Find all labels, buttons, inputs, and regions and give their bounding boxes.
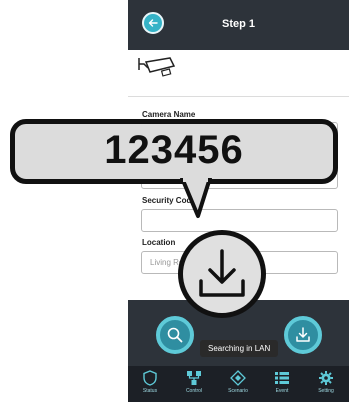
download-icon xyxy=(296,327,310,342)
camera-icon xyxy=(136,54,178,84)
tab-bar: Status Control Scenario Event Setting xyxy=(128,366,349,402)
code-text: 123456 xyxy=(104,128,244,172)
header-bar: Step 1 xyxy=(128,0,349,50)
phone-screen: Step 1 Camera Name Security Code Locatio… xyxy=(128,0,349,402)
tab-event[interactable]: Event xyxy=(260,366,304,402)
tab-label: Setting xyxy=(318,388,334,394)
tab-label: Event xyxy=(275,388,289,394)
magnified-code-callout: 123456 xyxy=(10,119,338,184)
tab-label: Scenario xyxy=(228,388,248,394)
tab-status[interactable]: Status xyxy=(128,366,172,402)
searching-tooltip: Searching in LAN xyxy=(200,340,279,357)
diamond-icon xyxy=(230,370,246,386)
download-button[interactable] xyxy=(284,316,322,354)
gear-icon xyxy=(319,371,333,385)
list-icon xyxy=(275,372,289,384)
tab-scenario[interactable]: Scenario xyxy=(216,366,260,402)
tab-setting[interactable]: Setting xyxy=(304,366,348,402)
page-title: Step 1 xyxy=(221,18,255,30)
download-icon xyxy=(199,249,245,297)
tab-control[interactable]: Control xyxy=(172,366,216,402)
callout-tail xyxy=(180,178,212,218)
tab-label: Status xyxy=(142,388,158,394)
network-icon xyxy=(187,371,201,385)
security-code-field[interactable] xyxy=(141,209,338,232)
divider xyxy=(128,96,349,97)
shield-icon xyxy=(143,370,157,386)
location-label: Location xyxy=(142,238,176,247)
tab-label: Control xyxy=(185,388,203,394)
magnified-download-button[interactable] xyxy=(178,230,266,318)
search-button[interactable] xyxy=(156,316,194,354)
search-icon xyxy=(167,327,183,343)
camera-name-label: Camera Name xyxy=(142,110,196,119)
